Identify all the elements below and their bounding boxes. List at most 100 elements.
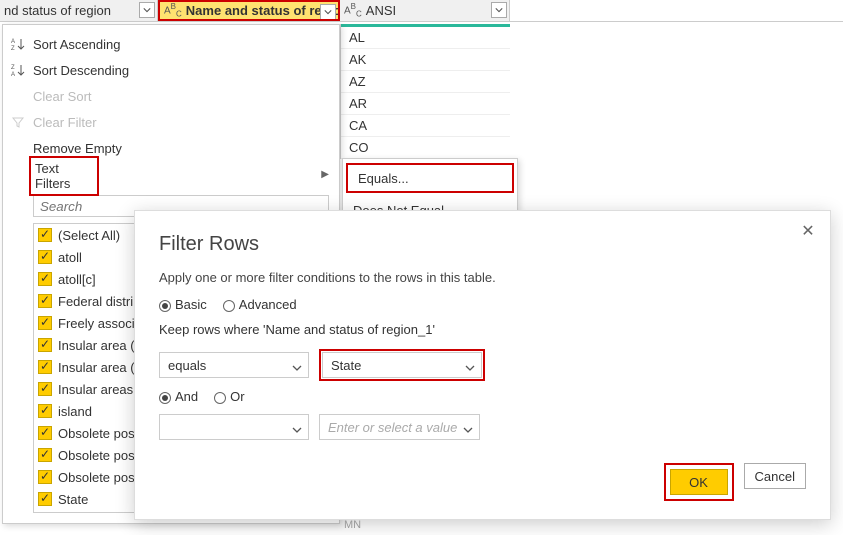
column-header-region[interactable]: nd status of region xyxy=(0,0,158,21)
checkbox-icon[interactable] xyxy=(38,294,52,308)
clear-sort-item: Clear Sort xyxy=(3,83,339,109)
value-combo[interactable]: State xyxy=(322,352,482,378)
basic-radio[interactable]: Basic xyxy=(159,297,207,312)
item-label: island xyxy=(58,404,92,419)
mode-radio-row: Basic Advanced xyxy=(159,297,806,312)
item-label: Obsolete pos xyxy=(58,448,135,463)
item-label: atoll[c] xyxy=(58,272,96,287)
chevron-down-icon xyxy=(465,361,475,376)
item-label: Obsolete pos xyxy=(58,470,135,485)
item-label: (Select All) xyxy=(58,228,120,243)
type-icon: ABC xyxy=(344,2,362,18)
equals-item[interactable]: Equals... xyxy=(348,165,512,191)
checkbox-icon[interactable] xyxy=(38,338,52,352)
highlight-box: Equals... xyxy=(346,163,514,193)
checkbox-icon[interactable] xyxy=(38,470,52,484)
column-dropdown-icon[interactable] xyxy=(139,2,155,18)
svg-text:Z: Z xyxy=(11,46,15,51)
menu-label: Equals... xyxy=(358,171,409,186)
operator-combo-2[interactable] xyxy=(159,414,309,440)
checkbox-icon[interactable] xyxy=(38,316,52,330)
item-label: Insular area ( xyxy=(58,360,135,375)
and-radio[interactable]: And xyxy=(159,389,198,404)
advanced-radio[interactable]: Advanced xyxy=(223,297,297,312)
combo-value: State xyxy=(331,358,361,373)
radio-label: Advanced xyxy=(239,297,297,312)
item-label: Insular areas xyxy=(58,382,133,397)
table-cell[interactable]: CO xyxy=(341,137,510,159)
menu-label: Clear Sort xyxy=(33,89,92,104)
chevron-down-icon xyxy=(292,361,302,376)
svg-text:A: A xyxy=(11,72,15,77)
sort-ascending-item[interactable]: AZ Sort Ascending xyxy=(3,31,339,57)
checkbox-icon[interactable] xyxy=(38,228,52,242)
sort-asc-icon: AZ xyxy=(9,37,27,51)
item-label: Obsolete pos xyxy=(58,426,135,441)
column-dropdown-icon[interactable] xyxy=(320,4,336,20)
ok-highlight-box: OK xyxy=(664,463,734,501)
checkbox-icon[interactable] xyxy=(38,272,52,286)
column-label: Name and status of region_1 xyxy=(186,3,340,18)
svg-text:Z: Z xyxy=(11,65,15,71)
type-icon: ABC xyxy=(164,2,182,18)
item-label: atoll xyxy=(58,250,82,265)
table-cell[interactable]: AK xyxy=(341,49,510,71)
sort-descending-item[interactable]: ZA Sort Descending xyxy=(3,57,339,83)
checkbox-icon[interactable] xyxy=(38,360,52,374)
button-label: OK xyxy=(689,475,708,490)
checkbox-icon[interactable] xyxy=(38,382,52,396)
menu-label: Remove Empty xyxy=(33,141,122,156)
radio-icon xyxy=(159,392,171,404)
item-label: State xyxy=(58,492,88,507)
close-icon[interactable]: ✕ xyxy=(798,221,818,241)
clear-filter-item: Clear Filter xyxy=(3,109,339,135)
checkbox-icon[interactable] xyxy=(38,492,52,506)
text-filters-item[interactable]: Text Filters ▶ xyxy=(3,161,339,187)
keep-rows-text: Keep rows where 'Name and status of regi… xyxy=(159,322,806,337)
menu-label: Sort Descending xyxy=(33,63,129,78)
radio-icon xyxy=(223,300,235,312)
condition-row-1: equals State xyxy=(159,349,806,381)
dialog-buttons: OK Cancel xyxy=(664,463,806,501)
column-headers-row: nd status of region ABC Name and status … xyxy=(0,0,843,22)
table-cell[interactable]: CA xyxy=(341,115,510,137)
checkbox-icon[interactable] xyxy=(38,426,52,440)
item-label: Insular area ( xyxy=(58,338,135,353)
operator-combo[interactable]: equals xyxy=(159,352,309,378)
checkbox-icon[interactable] xyxy=(38,250,52,264)
menu-label: Text Filters xyxy=(29,156,99,196)
submenu-arrow-icon: ▶ xyxy=(321,169,329,180)
logic-radio-row: And Or xyxy=(159,389,806,404)
menu-label: Sort Ascending xyxy=(33,37,120,52)
radio-icon xyxy=(159,300,171,312)
condition-row-2: Enter or select a value xyxy=(159,414,806,440)
checkbox-icon[interactable] xyxy=(38,448,52,462)
combo-placeholder: Enter or select a value xyxy=(328,420,457,435)
cancel-button[interactable]: Cancel xyxy=(744,463,806,489)
column-label: nd status of region xyxy=(4,3,111,18)
column-label: ANSI xyxy=(366,3,396,18)
column-dropdown-icon[interactable] xyxy=(491,2,507,18)
ansi-column-data: AL AK AZ AR CA CO xyxy=(340,24,510,159)
value-combo-2[interactable]: Enter or select a value xyxy=(319,414,480,440)
dialog-title: Filter Rows xyxy=(159,233,806,256)
item-label: Freely associa xyxy=(58,316,142,331)
chevron-down-icon xyxy=(463,423,473,438)
filter-clear-icon xyxy=(9,115,27,129)
table-cell[interactable]: AZ xyxy=(341,71,510,93)
ok-button[interactable]: OK xyxy=(670,469,728,495)
table-cell[interactable]: AR xyxy=(341,93,510,115)
or-radio[interactable]: Or xyxy=(214,389,244,404)
column-header-region-1[interactable]: ABC Name and status of region_1 xyxy=(158,0,340,21)
chevron-down-icon xyxy=(292,423,302,438)
sort-desc-icon: ZA xyxy=(9,63,27,77)
table-cell[interactable]: AL xyxy=(341,27,510,49)
radio-label: Or xyxy=(230,389,244,404)
checkbox-icon[interactable] xyxy=(38,404,52,418)
radio-label: Basic xyxy=(175,297,207,312)
filter-rows-dialog: ✕ Filter Rows Apply one or more filter c… xyxy=(134,210,831,520)
background-cell: MN xyxy=(344,519,361,531)
menu-label: Clear Filter xyxy=(33,115,97,130)
column-header-ansi[interactable]: ABC ANSI xyxy=(340,0,510,21)
dialog-description: Apply one or more filter conditions to t… xyxy=(159,270,806,285)
